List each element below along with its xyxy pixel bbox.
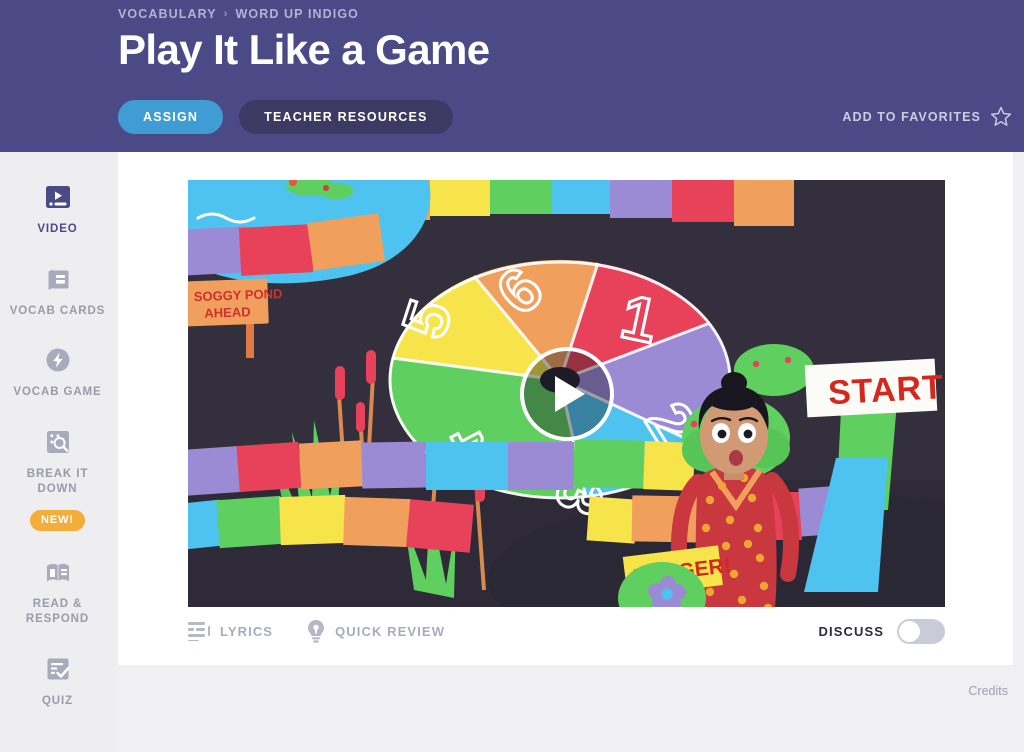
quick-review-label: QUICK REVIEW [335, 623, 446, 639]
add-to-favorites-label: ADD TO FAVORITES [842, 109, 981, 124]
sidebar-item-vocab-game[interactable]: VOCAB GAME [0, 333, 115, 415]
sidebar-item-break-it-down[interactable]: BREAK IT DOWN NEW! [0, 415, 115, 545]
new-badge: NEW! [30, 509, 85, 531]
breadcrumb: VOCABULARY › WORD UP INDIGO [118, 7, 359, 21]
star-outline-icon [990, 106, 1012, 126]
video-thumbnail[interactable]: SOGGY POND AHEAD 5 6 1 2 3 START [188, 180, 945, 607]
breadcrumb-separator-icon: › [223, 8, 229, 20]
play-button[interactable] [519, 346, 614, 441]
sidebar-item-label: QUIZ [41, 694, 74, 707]
lyrics-lines-icon [188, 622, 210, 641]
header-actions: ASSIGN TEACHER RESOURCES [118, 100, 453, 134]
assign-button[interactable]: ASSIGN [118, 100, 224, 134]
svg-text:SOGGY POND: SOGGY POND [194, 286, 283, 304]
lyrics-label: LYRICS [220, 623, 274, 639]
sidebar-item-label: READ & RESPOND [25, 597, 90, 626]
sidebar-item-label: VOCAB GAME [13, 386, 102, 399]
credits-link[interactable]: Credits [968, 684, 1008, 698]
discuss-label: DISCUSS [818, 623, 884, 639]
sidebar-item-label: BREAK IT DOWN [26, 467, 89, 496]
video-player-icon [45, 186, 70, 208]
sidebar: VIDEO VOCAB CARDS VOCAB GAME BREAK IT DO… [0, 152, 115, 752]
svg-text:AHEAD: AHEAD [204, 304, 251, 321]
breadcrumb-root[interactable]: VOCABULARY [118, 7, 217, 21]
lightbulb-icon [308, 620, 325, 643]
sidebar-item-video[interactable]: VIDEO [0, 170, 115, 252]
video-controls: LYRICS QUICK REVIEW DISCUSS [188, 614, 945, 648]
lyrics-button[interactable]: LYRICS [188, 621, 273, 641]
sidebar-item-read-respond[interactable]: READ & RESPOND [0, 545, 115, 642]
checklist-icon [47, 658, 70, 680]
content-card: SOGGY POND AHEAD 5 6 1 2 3 START LYRICS … [118, 152, 1013, 665]
magnifier-grid-icon [46, 430, 69, 453]
play-triangle-icon [555, 375, 585, 412]
sidebar-item-label: VOCAB CARDS [9, 304, 106, 317]
page-header: VOCABULARY › WORD UP INDIGO Play It Like… [0, 0, 1024, 152]
quick-review-button[interactable]: QUICK REVIEW [307, 619, 445, 643]
breadcrumb-current[interactable]: WORD UP INDIGO [236, 7, 360, 21]
add-to-favorites-button[interactable]: ADD TO FAVORITES [842, 106, 1012, 127]
page-title: Play It Like a Game [118, 26, 490, 73]
discuss-toggle[interactable] [897, 618, 945, 644]
svg-text:START: START [827, 368, 945, 412]
sidebar-item-vocab-cards[interactable]: VOCAB CARDS [0, 252, 115, 334]
lightning-bolt-icon [46, 348, 69, 372]
toggle-knob [899, 620, 920, 642]
sidebar-item-label: VIDEO [37, 223, 78, 235]
sidebar-item-quiz[interactable]: QUIZ [0, 642, 115, 724]
teacher-resources-button[interactable]: TEACHER RESOURCES [239, 100, 453, 134]
cards-icon [48, 269, 68, 290]
open-book-icon [46, 563, 69, 582]
